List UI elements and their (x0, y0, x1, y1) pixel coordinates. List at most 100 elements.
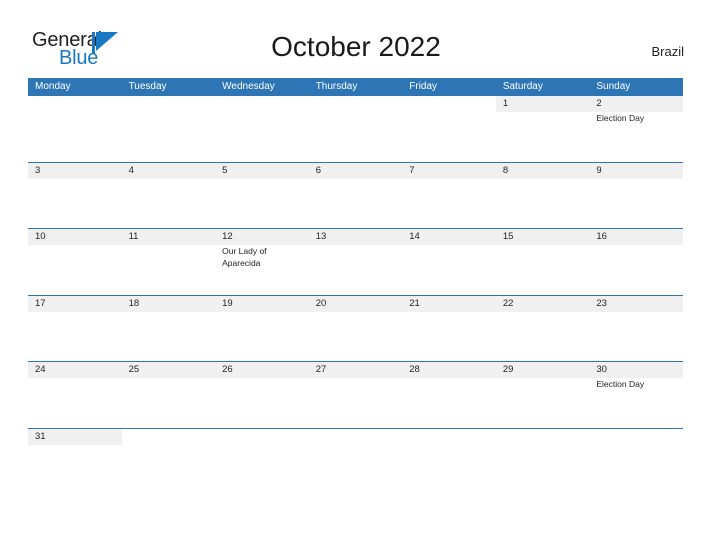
calendar-day-cell-empty (215, 96, 309, 162)
day-events: Election Day (596, 113, 680, 125)
calendar-day-cell[interactable]: 15 (495, 229, 590, 295)
calendar-week-row: 17 18 19 20 21 22 23 (28, 295, 683, 363)
day-number: 29 (502, 364, 514, 376)
calendar-day-cell-empty (402, 429, 496, 496)
calendar-day-cell[interactable]: 23 (589, 295, 683, 362)
day-number: 9 (596, 164, 602, 176)
calendar-day-cell[interactable]: 26 (215, 362, 309, 428)
calendar-day-cell[interactable]: 1 (495, 96, 590, 162)
calendar-weeks: 1 2 Election Day 3 4 5 6 7 8 9 10 11 12 Our Lady of A… (28, 96, 683, 496)
day-number-band (308, 162, 403, 179)
calendar-day-cell-empty (28, 96, 122, 162)
calendar-week-row: 3 4 5 6 7 8 9 (28, 162, 683, 230)
day-number: 12 (222, 231, 233, 243)
calendar-day-cell-empty (122, 429, 216, 496)
holiday-label: Election Day (596, 379, 645, 390)
weekday-header-saturday: Saturday (502, 81, 543, 92)
day-number-band (28, 96, 122, 112)
holiday-label: Our Lady of Aparecida (222, 246, 267, 268)
day-number: 11 (128, 231, 139, 243)
day-number-band (122, 96, 216, 112)
calendar-day-cell[interactable]: 10 (28, 229, 122, 295)
calendar-day-cell[interactable]: 12 Our Lady of Aparecida (215, 229, 309, 295)
calendar-day-cell[interactable]: 5 (215, 162, 309, 229)
day-number-band (589, 96, 683, 112)
day-number-band (496, 429, 590, 445)
day-number-band (589, 162, 683, 179)
day-number-band (495, 96, 590, 112)
day-events: Election Day (596, 379, 680, 391)
day-number-band (122, 429, 216, 445)
calendar-day-cell[interactable]: 14 (402, 229, 496, 295)
day-number-band (589, 429, 683, 445)
calendar-day-cell[interactable]: 19 (215, 295, 309, 362)
day-number: 21 (409, 297, 420, 309)
calendar-day-cell[interactable]: 9 (589, 162, 683, 229)
day-number: 5 (222, 164, 228, 176)
calendar-grid: Monday Tuesday Wednesday Thursday Friday… (28, 78, 683, 496)
calendar-day-cell[interactable]: 4 (121, 162, 216, 229)
calendar-day-cell[interactable]: 28 (402, 362, 496, 428)
page-title: October 2022 (271, 31, 441, 62)
calendar-day-cell[interactable]: 27 (308, 362, 403, 428)
calendar-week-row: 31 (28, 428, 683, 496)
day-number: 7 (409, 164, 415, 176)
calendar-day-cell[interactable]: 17 (28, 295, 122, 362)
day-number: 14 (409, 231, 420, 243)
calendar-day-cell[interactable]: 31 (28, 428, 122, 496)
day-number: 23 (596, 297, 607, 309)
day-number: 28 (409, 364, 420, 376)
holiday-label: Election Day (596, 113, 645, 123)
calendar-day-cell[interactable]: 11 (121, 229, 216, 295)
calendar-page: General Blue October 2022 Brazil Monday … (0, 0, 712, 550)
weekday-header-thursday: Thursday (315, 81, 358, 92)
calendar-week-row: 10 11 12 Our Lady of Aparecida 13 14 15 16 (28, 229, 683, 296)
day-number: 10 (35, 231, 46, 243)
calendar-day-cell[interactable]: 18 (121, 295, 216, 362)
calendar-day-cell[interactable]: 29 (495, 362, 590, 428)
weekday-header-friday: Friday (409, 81, 438, 92)
day-number: 24 (35, 364, 46, 376)
calendar-day-cell[interactable]: 20 (308, 295, 403, 362)
country-label: Brazil (651, 44, 684, 59)
day-number: 2 (596, 98, 602, 109)
calendar-day-cell[interactable]: 21 (402, 295, 496, 362)
calendar-day-cell[interactable]: 22 (495, 295, 590, 362)
calendar-day-cell[interactable]: 24 (28, 362, 122, 428)
calendar-day-cell[interactable]: 6 (308, 162, 403, 229)
day-number-band (215, 162, 309, 179)
day-number: 19 (222, 297, 233, 309)
calendar-day-cell[interactable]: 30 Election Day (589, 362, 683, 428)
calendar-week-row: 24 25 26 27 28 29 30 Election Day (28, 362, 683, 429)
calendar-day-cell-empty (122, 96, 216, 162)
day-number: 27 (315, 364, 327, 376)
calendar-day-cell[interactable]: 25 (121, 362, 216, 428)
weekday-header-wednesday: Wednesday (222, 81, 275, 92)
day-number: 13 (315, 231, 327, 243)
calendar-day-cell[interactable]: 13 (308, 229, 403, 295)
day-number: 30 (596, 364, 607, 376)
weekday-header-tuesday: Tuesday (128, 81, 167, 92)
calendar-day-cell[interactable]: 3 (28, 162, 122, 229)
day-number: 3 (35, 164, 41, 176)
day-number: 4 (128, 164, 134, 176)
day-number: 18 (128, 297, 140, 309)
calendar-day-cell-empty (402, 96, 496, 162)
day-number-band (495, 162, 590, 179)
calendar-day-cell[interactable]: 7 (402, 162, 496, 229)
day-number: 22 (502, 297, 514, 309)
weekday-header-row: Monday Tuesday Wednesday Thursday Friday… (28, 78, 683, 96)
weekday-header-sunday: Sunday (596, 81, 631, 92)
day-number: 1 (502, 98, 509, 109)
calendar-day-cell[interactable]: 2 Election Day (589, 96, 683, 162)
day-number: 15 (502, 231, 514, 243)
calendar-day-cell[interactable]: 16 (589, 229, 683, 295)
calendar-day-cell-empty (309, 429, 403, 496)
calendar-day-cell-empty (215, 429, 309, 496)
day-number-band (402, 162, 496, 179)
day-number-band (215, 429, 309, 445)
calendar-day-cell[interactable]: 8 (495, 162, 590, 229)
day-number: 17 (35, 297, 46, 309)
page-header: General Blue October 2022 Brazil (0, 0, 712, 78)
day-number: 25 (128, 364, 140, 376)
